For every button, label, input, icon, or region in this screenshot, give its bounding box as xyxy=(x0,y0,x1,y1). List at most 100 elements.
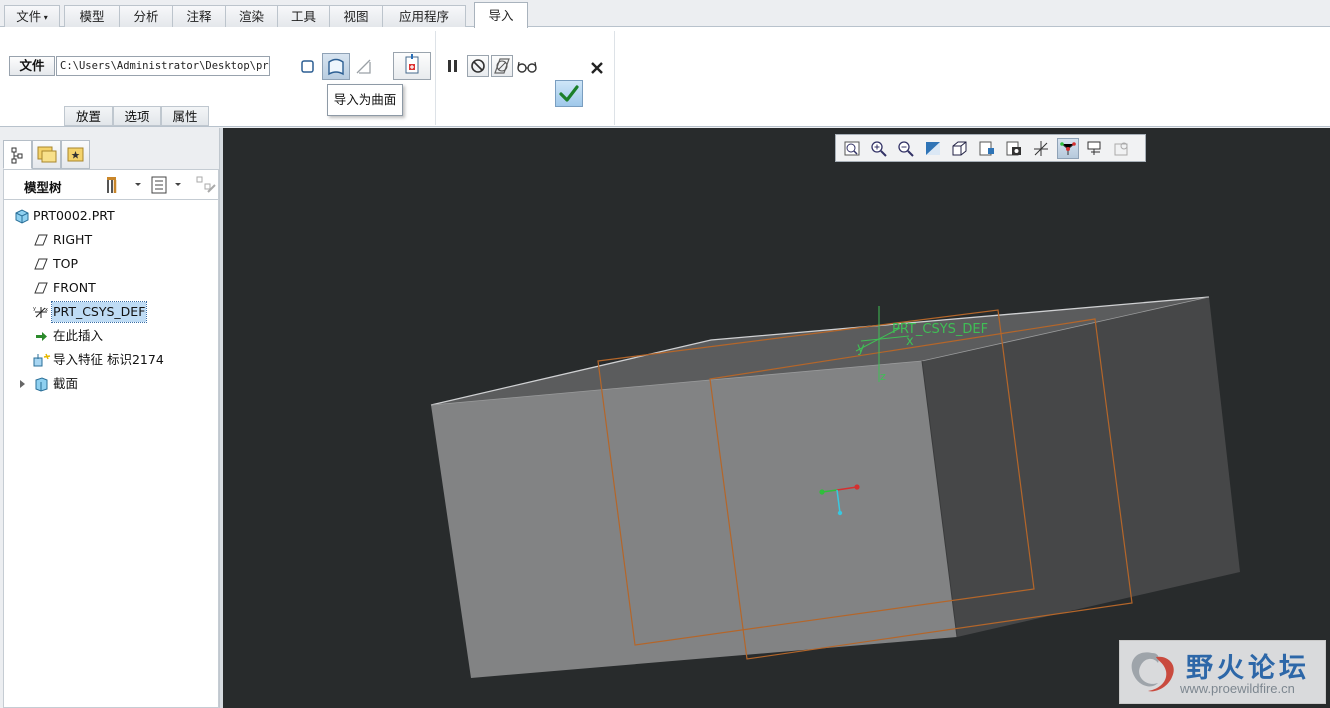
zoom-in-button[interactable] xyxy=(868,138,890,159)
model-tree-icon xyxy=(11,147,23,164)
saved-orientations-button[interactable] xyxy=(976,138,998,159)
tooltip-import-as-surface: 导入为曲面 xyxy=(327,84,403,116)
tab-folder-browser[interactable] xyxy=(32,140,61,169)
part-icon xyxy=(15,209,29,224)
quilt-icon xyxy=(356,59,371,74)
graphics-viewport[interactable]: PRT_CSYS_DEF x y z 野火论坛 www.proewildfire… xyxy=(223,128,1330,708)
pause-button[interactable] xyxy=(442,55,462,77)
tab-options[interactable]: 选项 xyxy=(113,106,161,126)
show-options-button[interactable] xyxy=(148,174,188,196)
forum-watermark: 野火论坛 www.proewildfire.cn xyxy=(1119,640,1326,704)
view-manager-icon xyxy=(1006,141,1021,156)
tab-model[interactable]: 模型 xyxy=(64,5,120,27)
verify-button[interactable] xyxy=(515,55,539,77)
csys-axis-z-label: z xyxy=(880,370,886,383)
tree-filter-icon xyxy=(196,176,216,193)
import-as-quilt-button[interactable] xyxy=(352,55,376,77)
tree-item-label: TOP xyxy=(53,256,79,271)
tab-analysis[interactable]: 分析 xyxy=(119,5,173,27)
display-style-button[interactable] xyxy=(949,138,971,159)
section-icon xyxy=(35,377,48,392)
import-feature-icon xyxy=(33,353,51,367)
glasses-icon xyxy=(517,61,537,73)
csys-display-icon xyxy=(1034,141,1048,156)
csys-axis-y-label: y xyxy=(857,341,865,356)
tab-tools-label: 工具 xyxy=(290,9,316,24)
datum-plane-icon xyxy=(34,234,48,246)
document-add-icon xyxy=(405,54,419,74)
datum-display-button[interactable] xyxy=(1030,138,1052,159)
file-button[interactable]: 文件 xyxy=(9,56,55,76)
solid-icon xyxy=(301,60,314,73)
import-as-surface-button[interactable] xyxy=(322,53,350,80)
tab-model-tree[interactable] xyxy=(3,140,32,169)
pause-icon xyxy=(448,60,457,72)
tab-annotate-label: 注释 xyxy=(186,9,212,24)
zoom-out-icon xyxy=(898,141,914,157)
tree-item-right[interactable]: RIGHT xyxy=(33,230,193,250)
appearance-icon xyxy=(1114,142,1128,156)
tree-item-label: FRONT xyxy=(53,280,96,295)
datum-plane-icon xyxy=(34,258,48,270)
file-menu[interactable]: 文件 ▾ xyxy=(4,5,60,27)
tree-item-csys[interactable]: yx PRT_CSYS_DEF xyxy=(33,301,203,323)
tab-applications[interactable]: 应用程序 xyxy=(382,5,466,27)
spin-center-button[interactable] xyxy=(1057,138,1079,159)
csys-icon: yx xyxy=(33,306,48,318)
checkmark-icon xyxy=(559,85,579,102)
close-icon xyxy=(591,62,603,74)
expand-arrow-icon xyxy=(20,380,25,388)
tab-render[interactable]: 渲染 xyxy=(225,5,278,27)
datum-plane-icon xyxy=(34,282,48,294)
tree-item-front[interactable]: FRONT xyxy=(33,278,193,298)
ribbon-separator xyxy=(435,31,436,125)
svg-text:x: x xyxy=(45,307,48,313)
confirm-button[interactable] xyxy=(555,80,583,107)
appearance-button[interactable] xyxy=(1111,138,1133,159)
refit-button[interactable] xyxy=(841,138,863,159)
tab-view[interactable]: 视图 xyxy=(329,5,383,27)
tab-annotate[interactable]: 注释 xyxy=(172,5,226,27)
watermark-url: www.proewildfire.cn xyxy=(1180,681,1295,696)
watermark-logo xyxy=(1131,652,1174,692)
tree-item-insert-here[interactable]: 在此插入 xyxy=(33,326,193,346)
annotation-display-icon xyxy=(1087,141,1101,155)
tab-placement[interactable]: 放置 xyxy=(64,106,113,126)
file-path-field[interactable]: C:\Users\Administrator\Desktop\prt0 xyxy=(56,56,270,76)
no-preview-button[interactable] xyxy=(467,55,489,77)
tab-properties[interactable]: 属性 xyxy=(161,106,209,126)
graphics-toolbar xyxy=(835,134,1146,162)
annotation-display-button[interactable] xyxy=(1084,138,1106,159)
cancel-button[interactable] xyxy=(587,56,607,78)
insert-here-arrow-icon xyxy=(36,332,47,341)
tree-item-label: 导入特征 标识2174 xyxy=(53,352,164,367)
tree-filter-button[interactable] xyxy=(194,174,218,196)
add-component-button[interactable] xyxy=(393,52,431,80)
tab-tools[interactable]: 工具 xyxy=(277,5,330,27)
tab-import[interactable]: 导入 xyxy=(474,2,528,28)
zoom-in-icon xyxy=(871,141,887,157)
zoom-out-button[interactable] xyxy=(895,138,917,159)
tab-model-label: 模型 xyxy=(79,9,105,24)
tree-item-top[interactable]: TOP xyxy=(33,254,193,274)
tree-item-label: PRT0002.PRT xyxy=(33,208,115,223)
view-manager-button[interactable] xyxy=(1003,138,1025,159)
tree-item-part[interactable]: PRT0002.PRT xyxy=(14,206,204,226)
svg-text:y: y xyxy=(33,306,36,312)
import-as-solid-button[interactable] xyxy=(297,55,319,77)
tree-item-sections[interactable]: 截面 xyxy=(18,374,178,394)
tree-settings-button[interactable] xyxy=(104,174,144,196)
tab-favorites[interactable] xyxy=(61,140,90,169)
tab-import-label: 导入 xyxy=(488,8,514,23)
csys-axis-x-label: x xyxy=(906,334,914,349)
ribbon-separator xyxy=(614,31,615,125)
model-tree: PRT0002.PRT RIGHT TOP FRONT yx PRT_CSYS_… xyxy=(3,199,219,708)
tree-item-import-feature[interactable]: 导入特征 标识2174 xyxy=(33,350,213,370)
display-style-icon xyxy=(952,141,967,156)
preview-geometry-button[interactable] xyxy=(491,55,513,77)
tree-item-label: 在此插入 xyxy=(53,328,104,343)
preview-geometry-icon xyxy=(494,58,510,74)
list-icon xyxy=(151,176,181,194)
repaint-button[interactable] xyxy=(922,138,944,159)
model-tree-header: 模型树 xyxy=(3,169,219,199)
